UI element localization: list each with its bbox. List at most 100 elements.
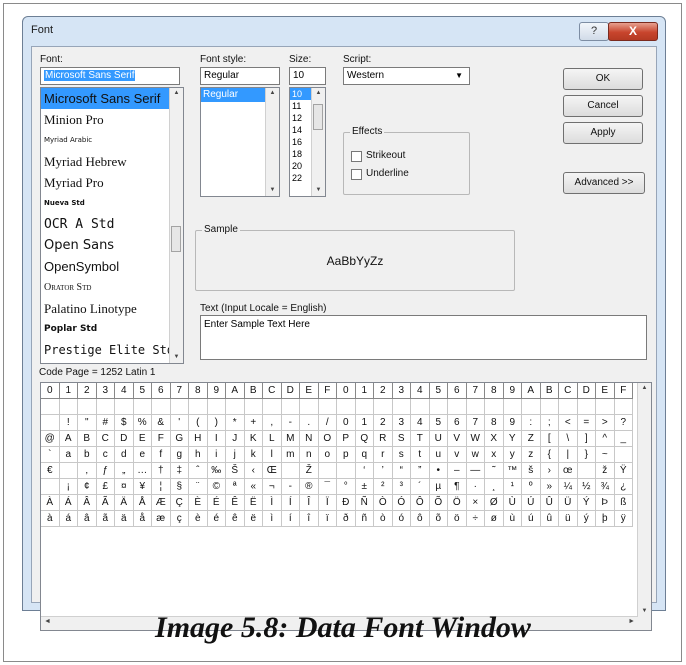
font-style-scrollbar[interactable]: ▲ ▼ [265, 88, 279, 196]
character-cell[interactable]: 6 [448, 415, 467, 431]
character-cell[interactable]: G [170, 431, 189, 447]
grid-vertical-scrollbar[interactable]: ▲ ▼ [637, 383, 651, 630]
character-cell[interactable]: Õ [429, 495, 448, 511]
character-cell[interactable]: q [355, 447, 374, 463]
font-list-item[interactable]: Minion Pro [41, 109, 183, 130]
character-cell[interactable]: ˆ [189, 463, 208, 479]
character-cell[interactable]: ¶ [448, 479, 467, 495]
character-cell[interactable]: ` [41, 447, 60, 463]
character-cell[interactable]: b [78, 447, 97, 463]
character-cell[interactable]: @ [41, 431, 60, 447]
character-cell[interactable]: h [189, 447, 208, 463]
size-list-scrollbar[interactable]: ▲ ▼ [311, 88, 325, 196]
character-cell[interactable] [577, 463, 596, 479]
character-cell[interactable]: Ø [485, 495, 504, 511]
character-cell[interactable]: Ö [448, 495, 467, 511]
character-cell[interactable]: ¦ [152, 479, 171, 495]
character-cell[interactable]: f [152, 447, 171, 463]
character-cell[interactable]: ¯ [318, 479, 337, 495]
character-cell[interactable]: W [466, 431, 485, 447]
character-cell[interactable]: È [189, 495, 208, 511]
character-cell[interactable]: ì [263, 511, 282, 527]
character-cell[interactable]: Í [281, 495, 300, 511]
character-cell[interactable]: ¬ [263, 479, 282, 495]
character-cell[interactable]: m [281, 447, 300, 463]
character-cell[interactable]: ? [614, 415, 633, 431]
character-cell[interactable]: ã [96, 511, 115, 527]
character-cell[interactable]: µ [429, 479, 448, 495]
cancel-button[interactable]: Cancel [563, 95, 643, 117]
font-list-item[interactable]: OpenSymbol [41, 256, 183, 277]
character-cell[interactable]: é [207, 511, 226, 527]
character-cell[interactable]: É [207, 495, 226, 511]
character-cell[interactable]: + [244, 415, 263, 431]
character-cell[interactable]: ‘ [355, 463, 374, 479]
character-cell[interactable]: Ê [226, 495, 245, 511]
character-cell[interactable]: ÷ [466, 511, 485, 527]
character-cell[interactable]: ± [355, 479, 374, 495]
scroll-up-arrow-icon[interactable]: ▲ [638, 383, 651, 394]
character-cell[interactable]: Ã [96, 495, 115, 511]
character-cell[interactable]: Ï [318, 495, 337, 511]
character-cell[interactable]: " [78, 415, 97, 431]
character-cell[interactable]: — [466, 463, 485, 479]
character-cell[interactable]: ° [337, 479, 356, 495]
size-list-item[interactable]: 20 [290, 160, 312, 172]
character-cell[interactable]: ´ [411, 479, 430, 495]
character-cell[interactable]: ž [596, 463, 615, 479]
character-cell[interactable]: Y [503, 431, 522, 447]
character-cell[interactable]: / [318, 415, 337, 431]
character-cell[interactable]: ~ [596, 447, 615, 463]
character-cell[interactable] [318, 463, 337, 479]
character-cell[interactable]: ‹ [244, 463, 263, 479]
character-cell[interactable]: d [115, 447, 134, 463]
character-cell[interactable]: Å [133, 495, 152, 511]
character-cell[interactable]: [ [540, 431, 559, 447]
character-cell[interactable]: & [152, 415, 171, 431]
character-cell[interactable]: I [207, 431, 226, 447]
character-cell[interactable]: î [300, 511, 319, 527]
character-cell[interactable]: ¤ [115, 479, 134, 495]
character-cell[interactable]: x [485, 447, 504, 463]
character-cell[interactable]: ð [337, 511, 356, 527]
character-cell[interactable]: ! [59, 415, 78, 431]
font-style-list[interactable]: Regular ▲ ▼ [200, 87, 280, 197]
character-cell[interactable]: L [263, 431, 282, 447]
character-cell[interactable]: Ì [263, 495, 282, 511]
character-cell[interactable]: 7 [466, 415, 485, 431]
scroll-down-arrow-icon[interactable]: ▼ [170, 352, 183, 363]
character-cell[interactable]: † [152, 463, 171, 479]
character-cell[interactable]: æ [152, 511, 171, 527]
character-cell[interactable]: % [133, 415, 152, 431]
character-cell[interactable]: ™ [503, 463, 522, 479]
character-cell[interactable]: Ú [522, 495, 541, 511]
character-cell[interactable]: > [596, 415, 615, 431]
scroll-down-arrow-icon[interactable]: ▼ [312, 185, 325, 196]
title-bar[interactable]: Font ? X [23, 17, 665, 45]
character-cell[interactable]: ù [503, 511, 522, 527]
character-cell[interactable]: – [448, 463, 467, 479]
character-cell[interactable]: Þ [596, 495, 615, 511]
character-cell[interactable]: Ô [411, 495, 430, 511]
character-cell[interactable] [59, 463, 78, 479]
font-list-item[interactable]: Prestige Elite Std [41, 340, 183, 361]
size-list-item[interactable]: 18 [290, 148, 312, 160]
character-cell[interactable]: Â [78, 495, 97, 511]
font-list-scrollbar[interactable]: ▲ ▼ [169, 88, 183, 363]
character-cell[interactable]: { [540, 447, 559, 463]
character-cell[interactable]: õ [429, 511, 448, 527]
script-select[interactable]: Western ▼ [343, 67, 470, 85]
character-cell[interactable]: ª [226, 479, 245, 495]
character-cell[interactable]: £ [96, 479, 115, 495]
character-cell[interactable]: H [189, 431, 208, 447]
character-cell[interactable]: s [392, 447, 411, 463]
character-cell[interactable]: ¡ [59, 479, 78, 495]
character-cell[interactable]: ô [411, 511, 430, 527]
character-cell[interactable]: ¨ [189, 479, 208, 495]
font-list[interactable]: Microsoft Sans Serif Minion Pro Myriad Ara… [40, 87, 184, 364]
character-cell[interactable]: A [59, 431, 78, 447]
character-cell[interactable]: Š [226, 463, 245, 479]
character-cell[interactable]: o [318, 447, 337, 463]
character-cell[interactable]: \ [559, 431, 578, 447]
character-cell[interactable]: § [170, 479, 189, 495]
